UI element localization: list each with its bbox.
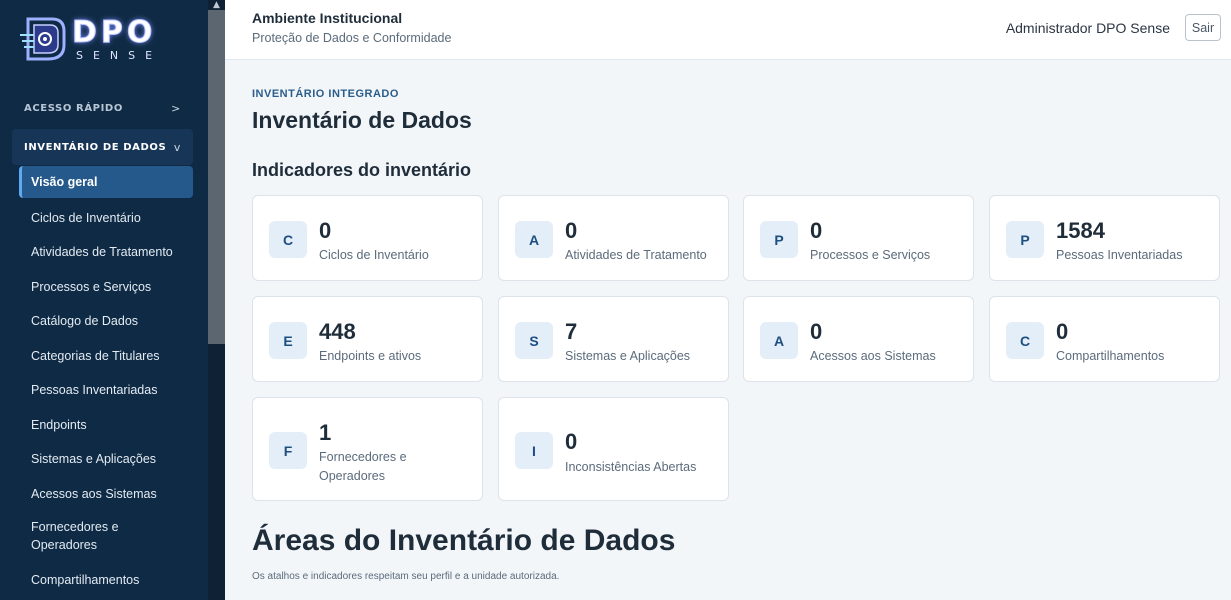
indicator-card-inventoried-people[interactable]: P 1584 Pessoas Inventariadas (989, 195, 1220, 281)
sidebar-item-label: Pessoas Inventariadas (31, 383, 158, 397)
sidebar-scrollbar-thumb[interactable] (208, 10, 225, 344)
indicator-card-open-inconsistencies[interactable]: I 0 Inconsistências Abertas (498, 397, 729, 501)
environment-title: Ambiente Institucional (252, 10, 403, 26)
nav-group-label: INVENTÁRIO DE DADOS (24, 141, 167, 153)
sidebar-item-systems-applications[interactable]: Sistemas e Aplicações (19, 444, 193, 474)
sidebar-item-label: Fornecedores e Operadores (31, 520, 119, 552)
sidebar-item-label: Atividades de Tratamento (31, 245, 173, 259)
sidebar-item-endpoints[interactable]: Endpoints (19, 410, 193, 440)
indicator-card-processing-activities[interactable]: A 0 Atividades de Tratamento (498, 195, 729, 281)
sidebar-item-subject-categories[interactable]: Categorias de Titulares (19, 341, 193, 371)
indicator-label: Sistemas e Aplicações (565, 349, 691, 363)
sidebar-item-label: Endpoints (31, 418, 87, 432)
indicator-value: 0 (565, 429, 578, 454)
indicator-card-endpoints[interactable]: E 448 Endpoints e ativos (252, 296, 483, 382)
indicator-label: Atividades de Tratamento (565, 248, 707, 262)
nav-group-label: ACESSO RÁPIDO (24, 102, 123, 114)
indicator-label: Compartilhamentos (1056, 349, 1165, 363)
sidebar-item-inventory-cycles[interactable]: Ciclos de Inventário (19, 203, 193, 233)
sidebar-item-processing-activities[interactable]: Atividades de Tratamento (19, 237, 193, 267)
letter-badge-icon: C (1006, 322, 1044, 359)
brand-subname: SENSE (76, 48, 163, 62)
areas-title: Áreas do Inventário de Dados (252, 524, 676, 557)
indicator-value: 448 (319, 319, 356, 344)
environment-subtitle: Proteção de Dados e Conformidade (252, 31, 452, 45)
indicator-label: Ciclos de Inventário (319, 248, 429, 262)
topbar: Ambiente Institucional Proteção de Dados… (225, 0, 1231, 60)
sidebar-item-system-access[interactable]: Acessos aos Sistemas (19, 479, 193, 509)
indicator-value: 0 (1056, 319, 1069, 344)
indicators-title: Indicadores do inventário (252, 160, 472, 180)
indicator-card-systems-applications[interactable]: S 7 Sistemas e Aplicações (498, 296, 729, 382)
sidebar-item-label: Catálogo de Dados (31, 314, 139, 328)
brand-logo[interactable]: DPO SENSE (18, 14, 188, 64)
page-title: Inventário de Dados (252, 107, 472, 133)
letter-badge-icon: P (760, 221, 798, 258)
letter-badge-icon: E (269, 322, 307, 359)
indicator-label: Acessos aos Sistemas (810, 349, 936, 363)
indicator-card-system-access[interactable]: A 0 Acessos aos Sistemas (743, 296, 974, 382)
sidebar-item-label: Ciclos de Inventário (31, 211, 141, 225)
areas-subtitle: Os atalhos e indicadores respeitam seu p… (252, 571, 560, 582)
nav-group-data-inventory[interactable]: INVENTÁRIO DE DADOS v (12, 129, 193, 165)
chevron-right-icon: > (171, 101, 181, 115)
indicator-card-suppliers-operators[interactable]: F 1 Fornecedores e Operadores (252, 397, 483, 501)
letter-badge-icon: S (515, 322, 553, 359)
user-name: Administrador DPO Sense (1005, 20, 1170, 36)
sidebar-item-suppliers-operators[interactable]: Fornecedores e Operadores (19, 517, 139, 555)
sidebar-item-label: Acessos aos Sistemas (31, 487, 157, 501)
letter-badge-icon: C (269, 221, 307, 258)
indicator-label: Processos e Serviços (810, 248, 931, 262)
letter-badge-icon: P (1006, 221, 1044, 258)
sidebar-item-data-sharing[interactable]: Compartilhamentos (19, 565, 193, 595)
indicator-value: 0 (319, 218, 332, 243)
logout-button[interactable]: Sair (1185, 14, 1221, 41)
indicator-value: 7 (565, 319, 578, 344)
shield-logo-icon (18, 15, 70, 63)
indicator-label: Inconsistências Abertas (565, 460, 697, 474)
sidebar: DPO SENSE ACESSO RÁPIDO > INVENTÁRIO DE … (0, 0, 208, 600)
nav-group-quick-access[interactable]: ACESSO RÁPIDO > (12, 90, 193, 126)
brand-name: DPO (71, 14, 157, 50)
sidebar-item-inventoried-people[interactable]: Pessoas Inventariadas (19, 375, 193, 405)
indicator-value: 0 (565, 218, 578, 243)
letter-badge-icon: I (515, 432, 553, 469)
indicator-card-processes-services[interactable]: P 0 Processos e Serviços (743, 195, 974, 281)
indicator-value: 0 (810, 218, 823, 243)
letter-badge-icon: A (515, 221, 553, 258)
letter-badge-icon: F (269, 432, 307, 469)
chevron-down-icon: v (173, 140, 181, 154)
sidebar-item-label: Sistemas e Aplicações (31, 452, 157, 466)
sidebar-item-processes-services[interactable]: Processos e Serviços (19, 272, 193, 302)
indicator-label: Endpoints e ativos (319, 349, 422, 363)
page-eyebrow: INVENTÁRIO INTEGRADO (252, 88, 399, 100)
indicator-value: 1 (319, 420, 332, 445)
indicator-value: 1584 (1056, 218, 1105, 243)
indicator-value: 0 (810, 319, 823, 344)
sidebar-item-overview[interactable]: Visão geral (19, 166, 193, 198)
letter-badge-icon: A (760, 322, 798, 359)
sidebar-item-label: Processos e Serviços (31, 280, 152, 294)
indicator-card-data-sharing[interactable]: C 0 Compartilhamentos (989, 296, 1220, 382)
sidebar-item-label: Categorias de Titulares (31, 349, 160, 363)
sidebar-item-data-catalog[interactable]: Catálogo de Dados (19, 306, 193, 336)
scroll-up-arrow-icon[interactable]: ▲ (208, 0, 225, 10)
indicator-label: Fornecedores e Operadores (319, 450, 407, 483)
sidebar-item-label: Visão geral (31, 175, 98, 189)
indicator-card-inventory-cycles[interactable]: C 0 Ciclos de Inventário (252, 195, 483, 281)
sidebar-item-label: Compartilhamentos (31, 573, 140, 587)
indicator-label: Pessoas Inventariadas (1056, 248, 1183, 262)
